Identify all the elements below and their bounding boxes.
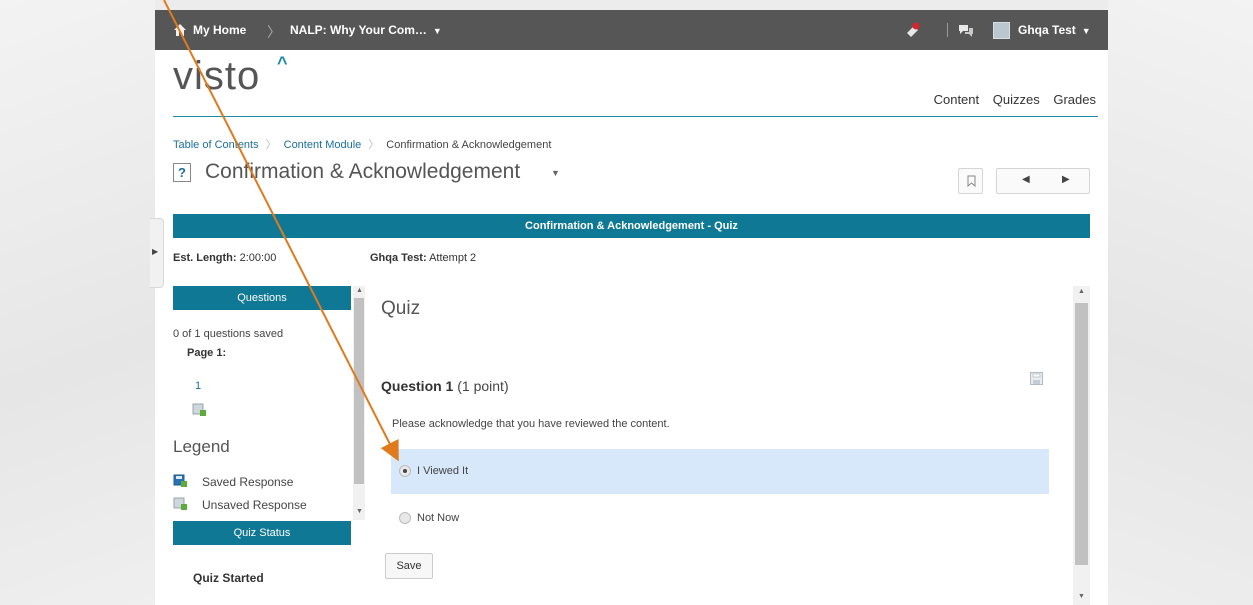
question-points: (1 point) — [457, 378, 509, 394]
visto-logo[interactable]: visto — [173, 54, 260, 99]
scroll-down-icon[interactable]: ▼ — [356, 508, 363, 515]
quiz-question-icon: ? — [173, 163, 191, 182]
content-scroll-thumb[interactable] — [1075, 303, 1088, 565]
save-button[interactable]: Save — [385, 553, 433, 579]
unsaved-response-icon — [173, 497, 187, 510]
chevron-down-icon: ▼ — [1081, 26, 1091, 36]
legend-unsaved-label: Unsaved Response — [202, 498, 307, 512]
nav-divider — [173, 116, 1098, 117]
chevron-down-icon: ▼ — [432, 26, 442, 36]
question-1-link[interactable]: 1 — [195, 380, 201, 392]
page-background-left — [0, 0, 155, 605]
scroll-up-icon[interactable]: ▲ — [356, 287, 363, 294]
sidebar-toggle[interactable]: ▶ — [150, 218, 164, 288]
content-scrollbar[interactable]: ▲ ▼ — [1073, 286, 1090, 605]
nav-content-link[interactable]: Content — [934, 92, 980, 107]
scroll-down-icon[interactable]: ▼ — [1078, 593, 1085, 600]
option-i-viewed-it-radio[interactable] — [399, 465, 411, 477]
option-not-now-radio[interactable] — [399, 512, 411, 524]
title-options-chevron-icon[interactable]: ▼ — [551, 168, 560, 178]
quiz-status-text: Quiz Started — [193, 571, 264, 585]
bookmark-icon — [967, 175, 976, 187]
chevron-right-icon: 〉 — [265, 139, 277, 151]
my-home-link[interactable]: My Home — [193, 10, 246, 50]
sidebar-scroll-thumb[interactable] — [354, 298, 364, 484]
saved-response-icon — [173, 474, 187, 487]
notification-icon[interactable] — [905, 22, 921, 38]
question-prompt: Please acknowledge that you have reviewe… — [392, 418, 670, 430]
unsaved-response-icon — [192, 403, 206, 416]
next-topic-icon[interactable]: ▶ — [1062, 174, 1070, 185]
course-selector-label: NALP: Why Your Com… — [290, 23, 427, 37]
bookmark-button[interactable] — [958, 168, 983, 194]
nav-grades-link[interactable]: Grades — [1053, 92, 1096, 107]
quiz-status-header: Quiz Status — [173, 521, 351, 545]
sidebar-scrollbar[interactable]: ▲ ▼ — [353, 286, 365, 520]
questions-panel-header: Questions — [173, 286, 351, 310]
main-panel: visto ^ Content Quizzes Grades Table of … — [150, 50, 1108, 605]
toolbar-divider — [947, 23, 948, 37]
messages-icon[interactable] — [958, 22, 974, 38]
expand-arrow-icon: ▶ — [152, 247, 159, 256]
logo-caret-icon: ^ — [277, 53, 288, 73]
chevron-right-icon: 〉 — [267, 24, 281, 40]
top-nav-bar: My Home 〉 NALP: Why Your Com… ▼ Ghqa Test… — [155, 10, 1108, 50]
quiz-title: Quiz — [381, 298, 421, 319]
previous-topic-icon[interactable]: ◀ — [1022, 174, 1030, 185]
page-title: Confirmation & Acknowledgement — [205, 160, 521, 183]
option-not-now-label[interactable]: Not Now — [417, 512, 459, 524]
option-i-viewed-it[interactable]: I Viewed It — [391, 449, 1049, 494]
avatar[interactable] — [993, 22, 1010, 39]
chevron-right-icon: 〉 — [368, 139, 380, 151]
nav-quizzes-link[interactable]: Quizzes — [993, 92, 1040, 107]
course-selector[interactable]: NALP: Why Your Com… ▼ — [290, 10, 442, 50]
page-background-right — [1108, 0, 1253, 605]
breadcrumb-content-module[interactable]: Content Module — [284, 139, 362, 151]
course-nav: Content Quizzes Grades — [924, 92, 1096, 107]
attempt-user-label: Ghqa Test: — [370, 252, 427, 264]
est-length: Est. Length: 2:00:00 — [173, 252, 276, 264]
legend-title: Legend — [173, 437, 230, 456]
est-length-value: 2:00:00 — [239, 252, 277, 264]
breadcrumb: Table of Contents 〉 Content Module 〉 Confirm… — [173, 136, 551, 152]
attempt-info: Ghqa Test: Attempt 2 — [370, 252, 476, 264]
breadcrumb-table-of-contents[interactable]: Table of Contents — [173, 139, 259, 151]
topic-navigation: ◀ ▶ — [996, 168, 1090, 194]
user-name: Ghqa Test — [1018, 23, 1076, 37]
attempt-number: Attempt 2 — [429, 252, 477, 264]
est-length-label: Est. Length: — [173, 252, 237, 264]
legend-saved-label: Saved Response — [202, 475, 294, 489]
page-label: Page 1: — [187, 347, 227, 359]
quiz-header-bar: Confirmation & Acknowledgement - Quiz — [173, 214, 1090, 238]
saved-count: 0 of 1 questions saved — [173, 328, 284, 340]
save-icon[interactable] — [1030, 372, 1043, 385]
user-menu[interactable]: Ghqa Test ▼ — [1018, 10, 1091, 50]
question-heading: Question 1 (1 point) — [381, 378, 509, 394]
question-label: Question 1 — [381, 378, 454, 394]
breadcrumb-current: Confirmation & Acknowledgement — [386, 139, 552, 151]
home-icon[interactable] — [173, 23, 187, 37]
scroll-up-icon[interactable]: ▲ — [1078, 288, 1085, 295]
option-i-viewed-it-label: I Viewed It — [417, 465, 469, 477]
